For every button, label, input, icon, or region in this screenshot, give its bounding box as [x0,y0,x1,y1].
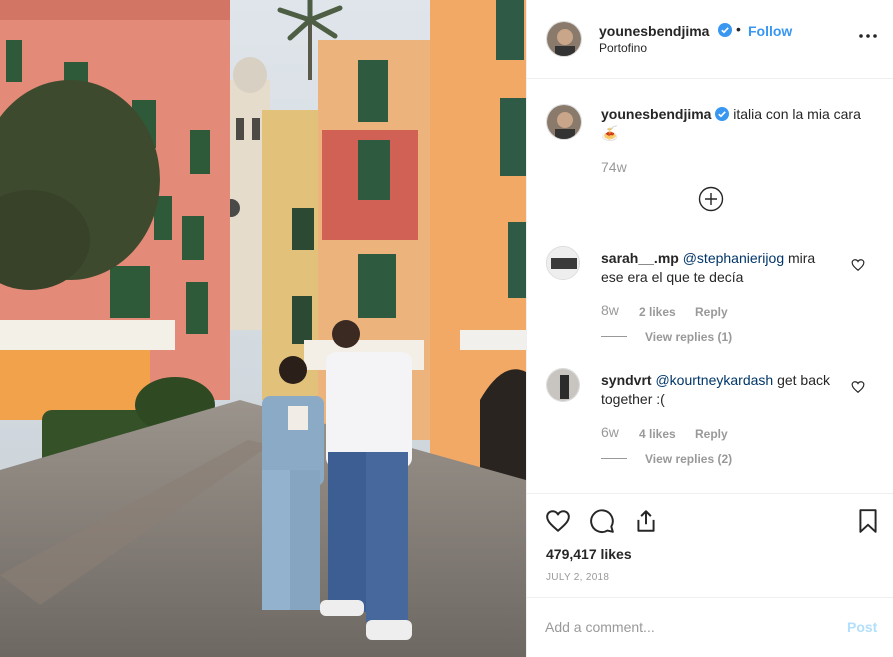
comment-text: syndvrt @kourtneykardash get back togeth… [601,371,841,409]
comment-mention[interactable]: @kourtneykardash [655,372,773,388]
heart-icon[interactable] [545,508,571,534]
caption-username[interactable]: younesbendjima [601,106,711,122]
comment-icon[interactable] [589,508,615,534]
post-comment-button[interactable]: Post [847,619,877,635]
comment-like-icon[interactable] [851,258,865,272]
plus-circle-icon[interactable] [698,186,724,212]
comment-timestamp[interactable]: 8w [601,302,619,318]
comment-like-icon[interactable] [851,380,865,394]
verified-badge-icon [718,23,732,37]
comment-username[interactable]: syndvrt [601,372,652,388]
caption-text: younesbendjima italia con la mia cara 🍝 [601,105,866,143]
commenter-avatar[interactable] [546,368,580,402]
photo-scene [0,0,526,657]
location-link[interactable]: Portofino [599,41,647,55]
comment-input[interactable] [545,616,825,638]
author-username[interactable]: younesbendjima [599,23,709,39]
share-icon[interactable] [633,508,659,534]
caption-avatar[interactable] [546,104,582,140]
post-actions: 479,417 likes JULY 2, 2018 [527,493,893,597]
comment-likes-count[interactable]: 2 likes [639,305,676,319]
reply-button[interactable]: Reply [695,427,728,441]
post-photo[interactable] [0,0,526,657]
reply-button[interactable]: Reply [695,305,728,319]
caption-emoji: 🍝 [601,125,619,141]
person-man [320,320,412,640]
verified-badge-icon [715,107,730,121]
view-replies-button[interactable]: View replies (2) [645,452,732,466]
replies-divider [601,458,627,459]
comment-mention[interactable]: @stephanierijog [683,250,784,266]
post-detail-panel: younesbendjima • Follow Portofino younes… [526,0,893,657]
post-date[interactable]: JULY 2, 2018 [546,572,609,583]
bookmark-icon[interactable] [855,508,881,534]
comment-likes-count[interactable]: 4 likes [639,427,676,441]
replies-divider [601,336,627,337]
comment-text: sarah__.mp @stephanierijog mira ese era … [601,249,841,287]
more-options-icon[interactable] [857,28,879,44]
post-header: younesbendjima • Follow Portofino [527,0,893,79]
commenter-avatar[interactable] [546,246,580,280]
comment-username[interactable]: sarah__.mp [601,250,679,266]
add-comment-bar: Post [527,597,893,657]
caption-body: italia con la mia cara [733,106,861,122]
comment-timestamp[interactable]: 6w [601,424,619,440]
separator-dot: • [736,21,741,37]
author-avatar[interactable] [546,21,582,57]
follow-button[interactable]: Follow [748,23,792,39]
caption-timestamp[interactable]: 74w [601,159,627,175]
likes-count[interactable]: 479,417 likes [546,546,632,562]
view-replies-button[interactable]: View replies (1) [645,330,732,344]
